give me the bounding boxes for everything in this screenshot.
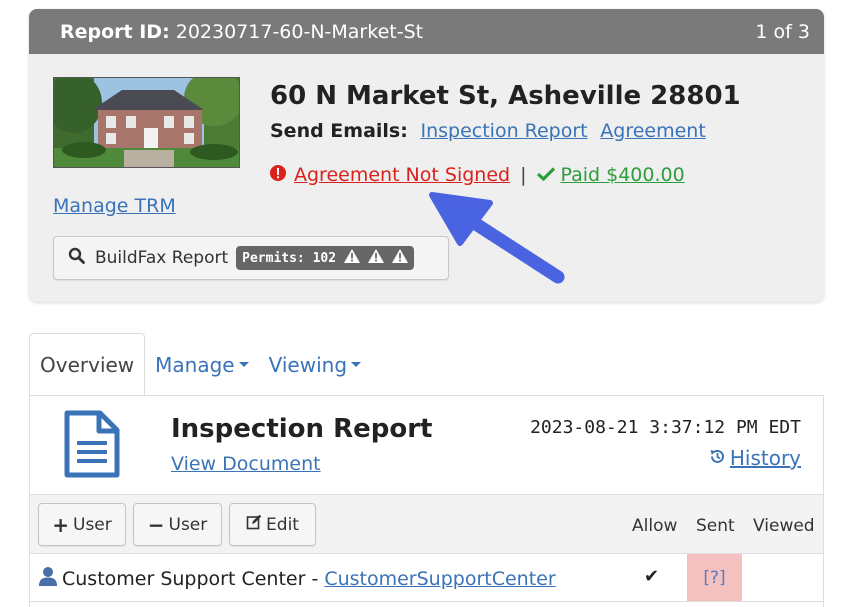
warning-triangle-icon — [392, 249, 409, 267]
annotation-arrow-icon — [420, 185, 580, 299]
report-id-value: 20230717-60-N-Market-St — [175, 20, 424, 43]
column-allow: Allow — [632, 516, 678, 536]
row-user-name: Customer Support Center - — [62, 567, 319, 590]
history-label: History — [729, 446, 801, 470]
report-header: Report ID: 20230717-60-N-Market-St 1 of … — [29, 9, 824, 54]
view-document-link[interactable]: View Document — [171, 453, 321, 475]
tab-manage-label: Manage — [155, 352, 235, 377]
permits-badge: Permits: 102 — [236, 246, 415, 270]
row-user-link[interactable]: CustomerSupportCenter — [324, 568, 555, 590]
tab-viewing[interactable]: Viewing — [259, 333, 371, 396]
remove-user-button[interactable]: − User — [133, 503, 222, 546]
sent-cell: [?] — [687, 554, 742, 601]
send-inspection-report-link[interactable]: Inspection Report — [420, 120, 587, 142]
tab-viewing-label: Viewing — [268, 352, 348, 377]
check-icon — [536, 164, 555, 186]
minus-icon: − — [147, 512, 165, 537]
edit-icon — [246, 514, 262, 535]
report-pager: 1 of 3 — [755, 20, 810, 43]
tab-overview-label: Overview — [40, 353, 135, 377]
plus-icon: + — [52, 512, 69, 537]
tab-bar: Overview Manage Viewing — [29, 333, 371, 396]
table-row: Customer Support Center - CustomerSuppor… — [30, 554, 823, 602]
send-emails-label: Send Emails: — [270, 120, 408, 142]
history-link[interactable]: History — [709, 446, 801, 470]
edit-button[interactable]: Edit — [229, 503, 316, 546]
property-address: 60 N Market St, Asheville 28801 — [270, 81, 741, 111]
allow-check-icon[interactable]: ✔ — [644, 566, 659, 587]
column-viewed: Viewed — [753, 516, 815, 536]
search-icon — [68, 247, 85, 269]
history-icon — [709, 446, 726, 470]
remove-user-label: User — [168, 514, 208, 535]
caret-down-icon — [351, 362, 362, 367]
exclamation-circle-icon — [270, 164, 286, 186]
permits-label: Permits: 102 — [242, 250, 337, 266]
status-separator: | — [520, 164, 527, 186]
column-sent: Sent — [696, 516, 735, 536]
tab-overview[interactable]: Overview — [29, 333, 146, 396]
buildfax-report-button[interactable]: BuildFax Report Permits: 102 — [53, 236, 449, 280]
report-id-label: Report ID: — [60, 20, 170, 43]
house-photo — [53, 77, 240, 168]
paid-status-link[interactable]: Paid $400.00 — [561, 164, 685, 186]
document-icon — [64, 410, 120, 482]
overview-panel: Inspection Report View Document 2023-08-… — [29, 395, 824, 607]
document-timestamp: 2023-08-21 3:37:12 PM EDT — [530, 417, 801, 438]
warning-triangle-icon — [368, 249, 385, 267]
manage-trm-link[interactable]: Manage TRM — [53, 195, 176, 217]
sent-unknown-link[interactable]: [?] — [703, 568, 725, 588]
add-user-button[interactable]: + User — [38, 503, 126, 546]
row-name: Customer Support Center - CustomerSuppor… — [38, 566, 556, 591]
edit-label: Edit — [266, 514, 299, 535]
warning-triangle-icon — [344, 249, 361, 267]
document-title: Inspection Report — [171, 414, 433, 444]
user-icon — [38, 566, 58, 591]
user-toolbar: + User − User Edit Allow Sent Viewed — [30, 494, 823, 554]
send-emails: Send Emails: Inspection Report Agreement — [270, 120, 706, 142]
caret-down-icon — [238, 362, 249, 367]
status-line: Agreement Not Signed | Paid $400.00 — [270, 164, 685, 186]
tab-manage[interactable]: Manage — [145, 333, 258, 396]
report-id: Report ID: 20230717-60-N-Market-St — [60, 21, 423, 43]
buildfax-label: BuildFax Report — [95, 248, 229, 268]
send-agreement-link[interactable]: Agreement — [600, 120, 706, 142]
agreement-not-signed-link[interactable]: Agreement Not Signed — [294, 164, 510, 186]
add-user-label: User — [73, 514, 112, 535]
